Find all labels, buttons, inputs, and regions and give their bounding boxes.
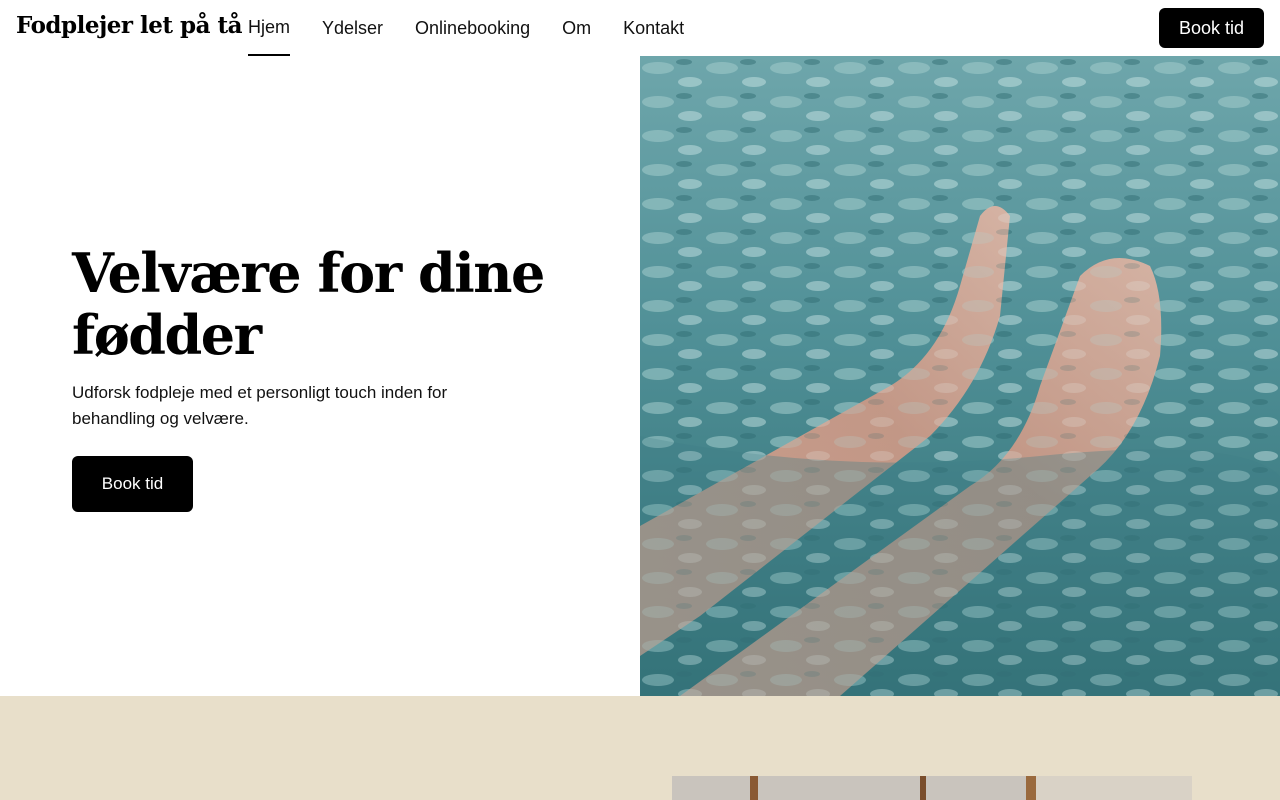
- nav-item-ydelser[interactable]: Ydelser: [306, 0, 399, 56]
- hero-text-panel: Velvære for dine fødder Udforsk fodpleje…: [0, 56, 640, 696]
- next-section: [0, 696, 1280, 800]
- brand-logo[interactable]: Fodplejer let på tå: [16, 12, 243, 39]
- main-nav: Hjem Ydelser Onlinebooking Om Kontakt: [232, 0, 700, 56]
- hero-image: [640, 56, 1280, 696]
- feet-in-water-photo: [640, 56, 1280, 696]
- section-image: [672, 776, 1192, 800]
- hero-book-button[interactable]: Book tid: [72, 456, 193, 512]
- nav-item-hjem[interactable]: Hjem: [232, 0, 306, 56]
- room-interior-photo: [672, 776, 1192, 800]
- hero-title: Velvære for dine fødder: [72, 241, 545, 367]
- nav-item-om[interactable]: Om: [546, 0, 607, 56]
- hero-subtitle: Udforsk fodpleje med et personligt touch…: [72, 383, 448, 428]
- header-book-button[interactable]: Book tid: [1159, 8, 1264, 48]
- site-header: Fodplejer let på tå Hjem Ydelser Onlineb…: [0, 0, 1280, 56]
- nav-item-kontakt[interactable]: Kontakt: [607, 0, 700, 56]
- nav-item-onlinebooking[interactable]: Onlinebooking: [399, 0, 546, 56]
